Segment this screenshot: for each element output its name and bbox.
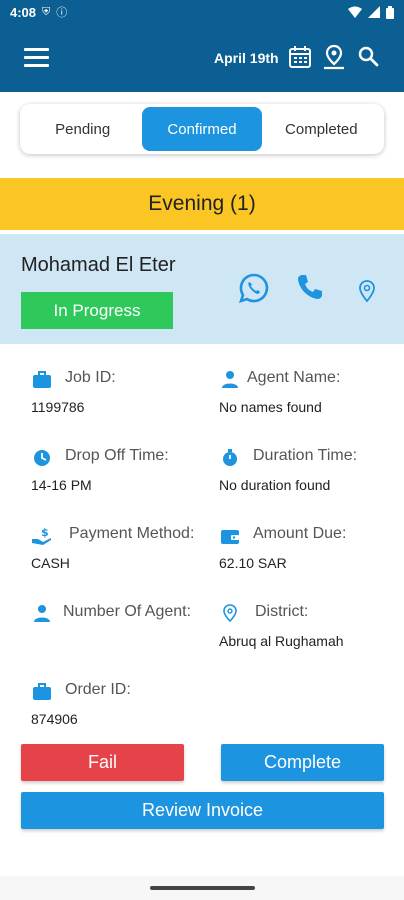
fail-button[interactable]: Fail xyxy=(21,744,184,781)
briefcase-icon xyxy=(33,683,51,700)
payment-method-label: Payment Method: xyxy=(69,525,195,542)
svg-text:$: $ xyxy=(41,526,49,539)
phone-icon[interactable] xyxy=(295,272,325,302)
customer-card: Mohamad El Eter In Progress xyxy=(0,234,404,344)
complete-button[interactable]: Complete xyxy=(221,744,384,781)
status-bar: 4:08 ⛨ ⓘ xyxy=(0,0,404,24)
duration-time-value: No duration found xyxy=(219,477,331,493)
shield-icon: ⛨ xyxy=(42,5,51,18)
status-time: 4:08 xyxy=(10,4,37,20)
agent-name-value: No names found xyxy=(219,399,322,415)
review-invoice-button[interactable]: Review Invoice xyxy=(21,792,384,829)
location-icon xyxy=(223,604,237,623)
customer-name: Mohamad El Eter xyxy=(21,254,176,276)
briefcase-icon xyxy=(33,371,51,388)
calendar-icon[interactable] xyxy=(287,44,313,70)
navigation-bar xyxy=(0,876,404,900)
shift-header: Evening (1) xyxy=(0,178,404,230)
stopwatch-icon xyxy=(223,449,237,466)
battery-icon xyxy=(386,5,394,19)
menu-icon[interactable] xyxy=(24,48,49,68)
person-icon xyxy=(222,371,238,388)
clock-icon xyxy=(34,450,50,466)
shift-label: Evening (1) xyxy=(148,192,256,215)
duration-time-label: Duration Time: xyxy=(253,447,358,464)
job-id-label: Job ID: xyxy=(65,369,116,386)
home-gesture-handle[interactable] xyxy=(150,886,255,890)
tab-pending[interactable]: Pending xyxy=(23,107,142,151)
signal-icon xyxy=(368,6,380,18)
whatsapp-icon[interactable] xyxy=(238,272,270,304)
info-icon: ⓘ xyxy=(56,7,68,19)
search-icon[interactable] xyxy=(356,44,382,70)
order-id-label: Order ID: xyxy=(65,681,131,698)
map-pin-icon[interactable] xyxy=(321,44,347,70)
drop-off-time-label: Drop Off Time: xyxy=(65,447,169,464)
person-icon xyxy=(34,605,50,622)
amount-due-value: 62.10 SAR xyxy=(219,555,287,571)
number-of-agent-label: Number Of Agent: xyxy=(63,603,192,620)
job-id-value: 1199786 xyxy=(31,399,85,415)
agent-name-label: Agent Name: xyxy=(247,369,341,386)
order-id-value: 874906 xyxy=(31,711,78,727)
location-icon[interactable] xyxy=(357,279,377,303)
app-bar: April 19th xyxy=(0,24,404,92)
drop-off-time-value: 14-16 PM xyxy=(31,477,92,493)
tab-confirmed[interactable]: Confirmed xyxy=(142,107,262,151)
status-badge: In Progress xyxy=(21,292,173,329)
selected-date: April 19th xyxy=(214,50,279,66)
district-value: Abruq al Rughamah xyxy=(219,633,344,649)
payment-method-value: CASH xyxy=(31,555,70,571)
amount-due-label: Amount Due: xyxy=(253,525,347,542)
payment-hand-icon: $ xyxy=(32,526,51,545)
status-tabs: Pending Confirmed Completed xyxy=(20,104,384,154)
wifi-icon xyxy=(348,6,362,18)
wallet-icon xyxy=(221,530,239,544)
tab-completed[interactable]: Completed xyxy=(262,107,381,151)
district-label: District: xyxy=(255,603,309,620)
